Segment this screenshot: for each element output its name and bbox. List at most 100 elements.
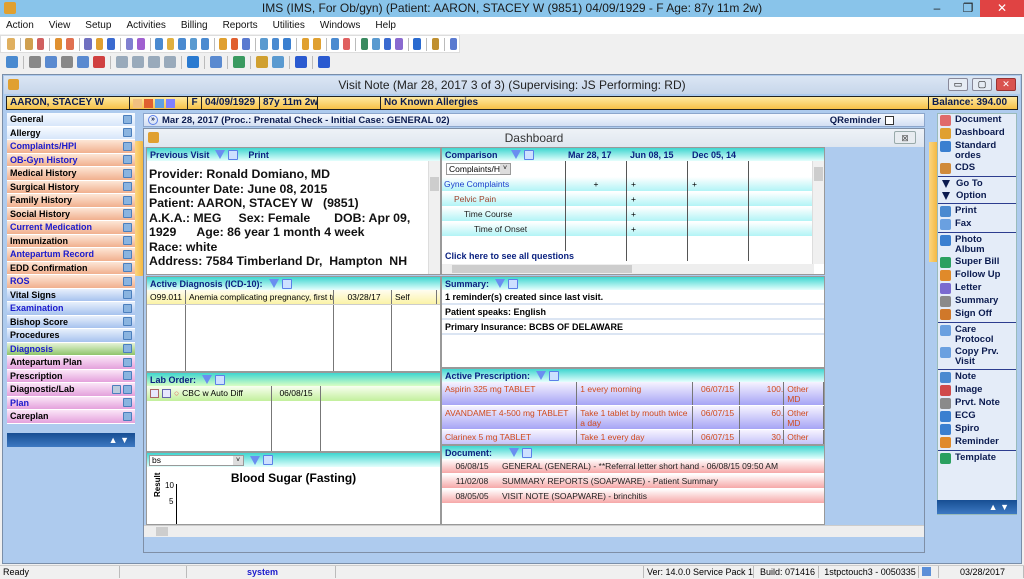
window-icon[interactable] <box>263 455 273 465</box>
action-sign-off[interactable]: Sign Off <box>938 308 1016 321</box>
patient-name[interactable]: AARON, STACEY W <box>7 97 130 109</box>
toolbar-icon[interactable] <box>383 38 392 50</box>
action-fax[interactable]: Fax <box>938 218 1016 231</box>
window-icon[interactable] <box>524 149 534 160</box>
action-spiro[interactable]: Spiro <box>938 423 1016 436</box>
toolbar-icon[interactable] <box>360 38 369 50</box>
edit-note-icon[interactable] <box>123 357 132 367</box>
action-standard-ordes[interactable]: Standard ordes <box>938 140 1016 162</box>
action-dashboard[interactable]: Dashboard <box>938 127 1016 140</box>
action-super-bill[interactable]: Super Bill <box>938 256 1016 269</box>
sidebar-item-family-history[interactable]: Family History <box>7 194 135 208</box>
action-ecg[interactable]: ECG <box>938 410 1016 423</box>
lab-test-select[interactable]: bs ˅ <box>149 454 244 466</box>
sidebar-item-bishop-score[interactable]: Bishop Score <box>7 315 135 329</box>
qreminder-checkbox[interactable] <box>885 115 894 125</box>
toolbar-icon[interactable] <box>318 56 330 68</box>
comparison-row[interactable]: Gyne Complaints + + + <box>442 176 824 192</box>
action-letter[interactable]: Letter <box>938 282 1016 295</box>
action-photo-album[interactable]: Photo Album <box>938 234 1016 256</box>
toolbar-icon[interactable] <box>84 38 92 50</box>
edit-note-icon[interactable] <box>123 222 132 232</box>
document-row[interactable]: 08/05/05 VISIT NOTE (SOAPWARE) - brinchit… <box>442 489 824 504</box>
toolbar-icon[interactable] <box>187 56 199 68</box>
print-link[interactable]: Print <box>248 150 269 160</box>
toolbar-icon[interactable] <box>242 38 250 50</box>
toolbar-icon[interactable] <box>201 38 209 50</box>
sidebar-item-examination[interactable]: Examination <box>7 302 135 316</box>
window-icon[interactable] <box>522 447 532 458</box>
sidebar-item-antepartum-plan[interactable]: Antepartum Plan <box>7 356 135 370</box>
toolbar-icon[interactable] <box>137 38 145 50</box>
toolbar-icon[interactable] <box>413 38 421 50</box>
restore-button[interactable]: ❐ <box>953 0 983 17</box>
toolbar-icon[interactable] <box>61 56 73 68</box>
action-copy-prv-visit[interactable]: Copy Prv. Visit <box>938 346 1016 368</box>
toolbar-icon[interactable] <box>260 38 268 50</box>
prescription-row[interactable]: AVANDAMET 4-500 mg TABLET Take 1 tablet b… <box>442 406 824 430</box>
window-icon[interactable] <box>549 370 560 381</box>
menu-billing[interactable]: Billing <box>181 20 208 31</box>
sidebar-item-procedures[interactable]: Procedures <box>7 329 135 343</box>
toolbar-icon[interactable] <box>313 38 321 50</box>
toolbar-icon[interactable] <box>219 38 227 50</box>
dashboard-hscroll[interactable] <box>144 525 924 537</box>
toolbar-icon[interactable] <box>301 38 309 50</box>
edit-note-icon[interactable] <box>123 290 132 300</box>
sidebar-item-allergy[interactable]: Allergy <box>7 126 135 140</box>
action-follow-up[interactable]: Follow Up <box>938 269 1016 282</box>
lab-requisition-icon[interactable] <box>150 389 159 398</box>
lab-result-icon[interactable] <box>162 389 171 398</box>
previous-visit-scrollbar[interactable] <box>428 161 440 274</box>
patient-photo-icon[interactable] <box>133 98 142 108</box>
toolbar-icon[interactable] <box>45 56 57 68</box>
window-icon[interactable] <box>215 374 226 385</box>
sidebar-item-immunization[interactable]: Immunization <box>7 234 135 248</box>
toolbar-icon[interactable] <box>331 38 339 50</box>
toolbar-icon[interactable] <box>189 38 198 50</box>
menu-reports[interactable]: Reports <box>223 20 258 31</box>
action-cds[interactable]: CDS <box>938 162 1016 175</box>
sidebar-scroll-arrows[interactable]: ▲ ▼ <box>7 433 135 447</box>
prescription-row[interactable]: Clarinex 5 mg TABLET Take 1 every day 06/0… <box>442 430 824 444</box>
sidebar-item-diagnosis[interactable]: Diagnosis <box>7 342 135 356</box>
document-row[interactable]: 11/02/08 SUMMARY REPORTS (SOAPWARE) - Pat… <box>442 474 824 489</box>
sidebar-item-general[interactable]: General <box>7 113 135 127</box>
action-reminder[interactable]: Reminder <box>938 436 1016 449</box>
comparison-row[interactable]: Time of Onset + <box>442 221 824 237</box>
filter-icon[interactable] <box>536 371 547 380</box>
toolbar-icon[interactable] <box>6 56 18 68</box>
toolbar-icon[interactable] <box>148 56 160 68</box>
menu-utilities[interactable]: Utilities <box>273 20 305 31</box>
filter-icon[interactable] <box>511 150 521 159</box>
toolbar-icon[interactable] <box>95 38 104 50</box>
sidebar-item-ob-gyn-history[interactable]: OB-Gyn History <box>7 153 135 167</box>
toolbar-icon[interactable] <box>230 38 239 50</box>
edit-note-icon[interactable] <box>123 303 132 313</box>
toolbar-icon[interactable] <box>283 38 291 50</box>
edit-note-icon[interactable] <box>123 155 132 165</box>
filter-icon[interactable] <box>250 455 260 465</box>
sidebar-item-diagnostic-lab[interactable]: Diagnostic/Lab <box>7 383 135 397</box>
toolbar-icon[interactable] <box>66 38 74 50</box>
edit-note-icon[interactable] <box>123 317 132 327</box>
edit-note-icon[interactable] <box>123 249 132 259</box>
action-note[interactable]: Note <box>938 371 1016 384</box>
toolbar-icon[interactable] <box>178 38 186 50</box>
sidebar-item-surgical-history[interactable]: Surgical History <box>7 180 135 194</box>
collapse-chevron-icon[interactable]: » <box>148 115 158 125</box>
edit-note-icon[interactable] <box>123 195 132 205</box>
edit-note-icon[interactable] <box>123 371 132 381</box>
window-icon[interactable] <box>281 278 292 289</box>
sidebar-item-vital-signs[interactable]: Vital Signs <box>7 288 135 302</box>
sidebar-item-plan[interactable]: Plan <box>7 396 135 410</box>
toolbar-icon[interactable] <box>77 56 89 68</box>
toolbar-icon[interactable] <box>372 38 380 50</box>
action-image[interactable]: Image <box>938 384 1016 397</box>
patient-allergies[interactable]: No Known Allergies <box>381 97 929 109</box>
actions-scroll-arrows[interactable]: ▲ ▼ <box>937 500 1017 514</box>
vn-close-button[interactable]: ✕ <box>996 78 1016 91</box>
sidebar-item-careplan[interactable]: Careplan <box>7 410 135 424</box>
action-care-protocol[interactable]: Care Protocol <box>938 324 1016 346</box>
comparison-row[interactable]: Pelvic Pain + <box>442 191 824 207</box>
